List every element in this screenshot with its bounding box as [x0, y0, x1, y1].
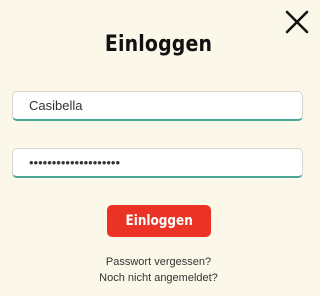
login-button[interactable]: Einloggen: [107, 205, 211, 237]
register-link[interactable]: Noch nicht angemeldet?: [0, 272, 317, 284]
password-field[interactable]: [12, 148, 303, 178]
dialog-title: Einloggen: [104, 32, 213, 57]
login-button-label: Einloggen: [125, 213, 193, 229]
forgot-password-link[interactable]: Passwort vergessen?: [0, 256, 317, 268]
username-field[interactable]: [12, 91, 303, 121]
